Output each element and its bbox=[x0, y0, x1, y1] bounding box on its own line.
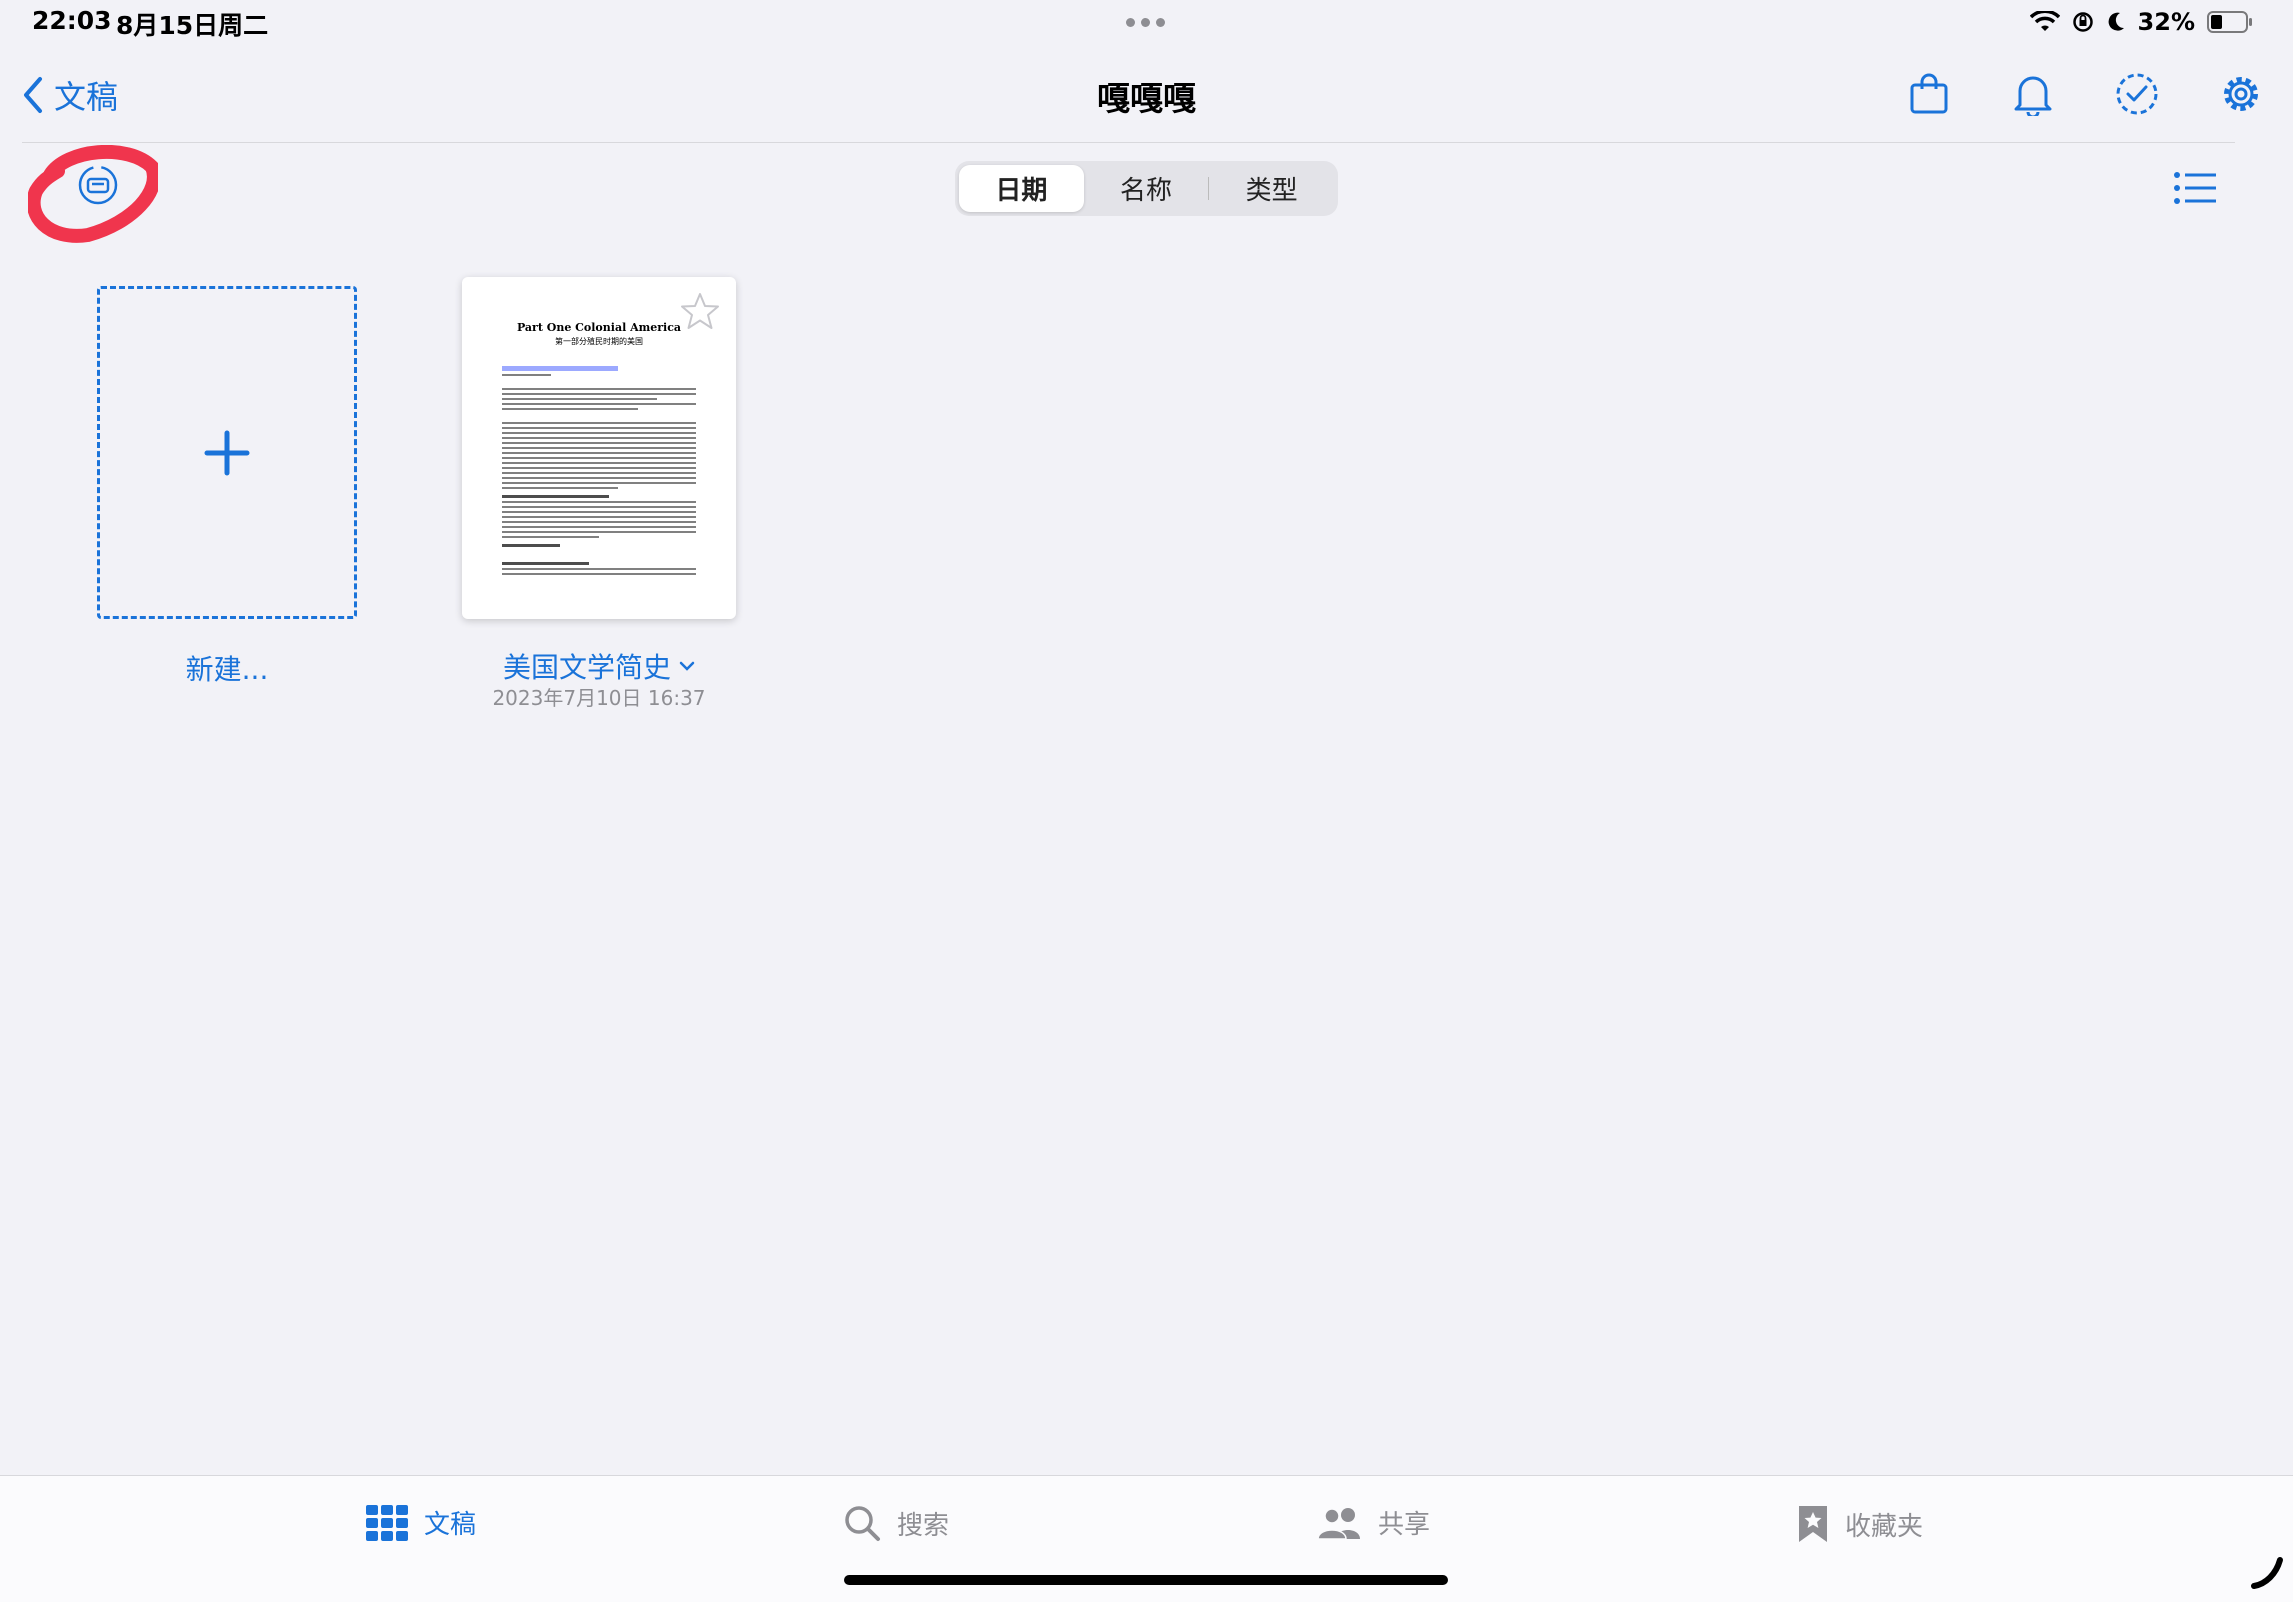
settings-button[interactable] bbox=[2217, 70, 2265, 118]
notifications-button[interactable] bbox=[2009, 70, 2057, 118]
list-view-button[interactable] bbox=[2172, 168, 2220, 208]
nav-actions bbox=[1905, 70, 2265, 118]
tab-favorites-label: 收藏夹 bbox=[1845, 1511, 1924, 1542]
moon-icon bbox=[2108, 12, 2124, 31]
grid-icon bbox=[366, 1504, 408, 1541]
thumbnail-title: Part One Colonial America bbox=[516, 321, 682, 334]
nav-divider bbox=[22, 142, 2235, 143]
shopping-bag-icon bbox=[1910, 73, 1948, 114]
stack-icon bbox=[78, 165, 118, 205]
store-button[interactable] bbox=[1905, 70, 1953, 118]
plus-icon bbox=[204, 430, 250, 475]
sort-segmented-control: 日期 名称 类型 bbox=[955, 161, 1338, 216]
thumbnail-text-lines bbox=[502, 357, 696, 578]
select-button[interactable] bbox=[2113, 70, 2161, 118]
tab-shared-label: 共享 bbox=[1378, 1510, 1431, 1540]
sort-option-type[interactable]: 类型 bbox=[1209, 165, 1334, 212]
document-name-label: 美国文学简史 bbox=[502, 651, 671, 684]
status-date: 8月15日周二 bbox=[116, 11, 269, 40]
new-document-tile[interactable] bbox=[97, 286, 357, 619]
tab-documents[interactable]: 文稿 bbox=[366, 1504, 476, 1541]
sort-option-date[interactable]: 日期 bbox=[959, 165, 1084, 212]
document-thumbnail[interactable]: Part One Colonial America 第一部分殖民时期的美国 bbox=[462, 277, 736, 619]
sort-option-name[interactable]: 名称 bbox=[1084, 165, 1209, 212]
status-indicators: 32% bbox=[2029, 8, 2253, 36]
pencil-hover-icon bbox=[2251, 1557, 2283, 1589]
tab-documents-label: 文稿 bbox=[424, 1510, 477, 1540]
orientation-lock-icon bbox=[2072, 12, 2093, 32]
stack-view-button[interactable] bbox=[28, 145, 158, 245]
search-icon bbox=[845, 1506, 880, 1541]
bell-icon bbox=[2014, 76, 2052, 116]
home-indicator[interactable] bbox=[844, 1575, 1448, 1585]
battery-icon bbox=[2207, 11, 2252, 33]
list-icon bbox=[2174, 172, 2216, 204]
chevron-down-icon[interactable] bbox=[679, 660, 695, 672]
tab-shared[interactable]: 共享 bbox=[1318, 1504, 1430, 1541]
status-time: 22:03 bbox=[32, 6, 112, 35]
tab-search[interactable]: 搜索 bbox=[843, 1504, 949, 1542]
multitasking-dots[interactable] bbox=[1126, 18, 1165, 27]
tab-favorites[interactable]: 收藏夹 bbox=[1797, 1504, 1923, 1544]
thumbnail-subtitle: 第一部分殖民时期的美国 bbox=[555, 337, 643, 346]
new-document-label[interactable]: 新建... bbox=[97, 648, 357, 688]
document-name[interactable]: 美国文学简史 bbox=[462, 646, 736, 686]
tab-search-label: 搜索 bbox=[897, 1510, 950, 1541]
wifi-icon bbox=[2029, 11, 2060, 31]
bookmark-star-icon bbox=[1799, 1506, 1827, 1542]
dashed-check-circle-icon bbox=[2116, 73, 2158, 115]
document-date: 2023年7月10日 16:37 bbox=[492, 686, 706, 710]
battery-percent: 32% bbox=[2137, 8, 2195, 36]
gear-icon bbox=[2224, 77, 2258, 111]
people-icon bbox=[1318, 1507, 1360, 1539]
